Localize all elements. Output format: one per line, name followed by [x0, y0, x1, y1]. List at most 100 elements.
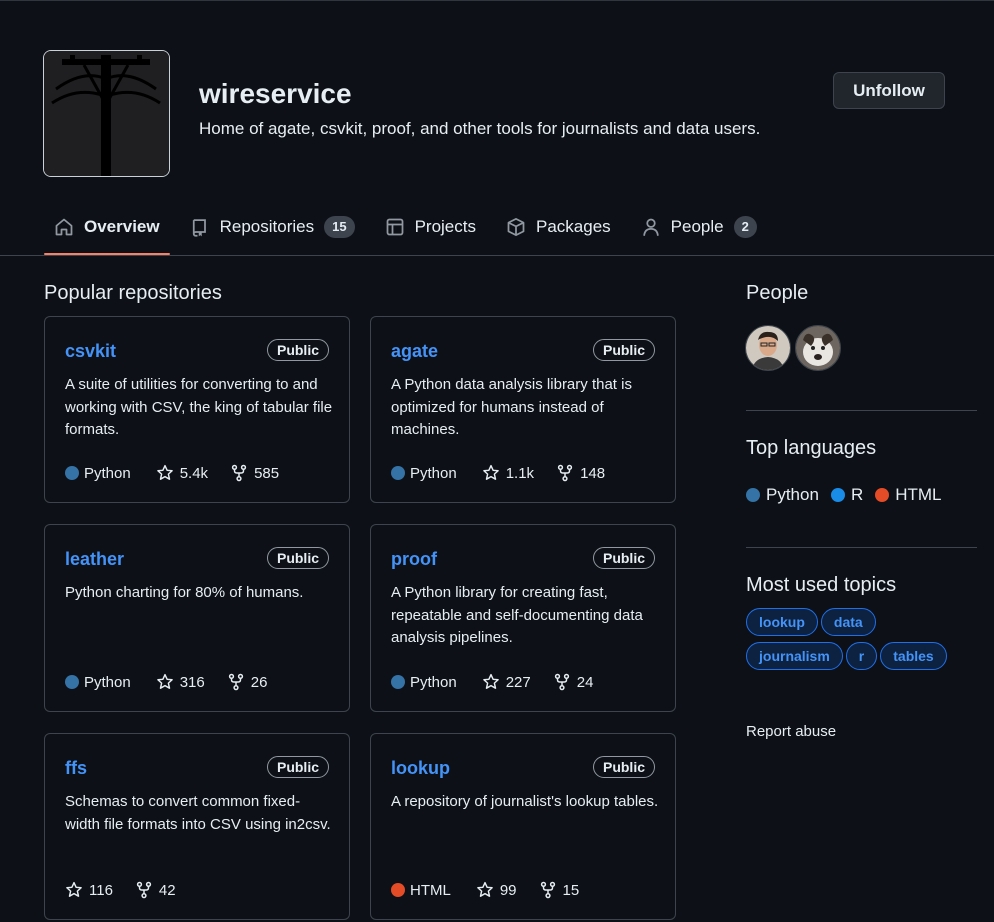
tab-label: Projects — [414, 217, 476, 236]
language-color-dot — [65, 466, 79, 480]
tab-packages[interactable]: Packages — [496, 207, 621, 247]
topic-tag[interactable]: r — [845, 642, 878, 670]
stars-link[interactable]: 227 — [482, 673, 531, 691]
repo-language: HTML — [391, 882, 451, 899]
fork-icon — [557, 464, 573, 482]
repo-card-csvkit: csvkit Public A suite of utilities for c… — [44, 316, 350, 503]
language-html: HTML — [875, 485, 942, 505]
dog-photo — [796, 326, 840, 370]
person-icon — [642, 218, 659, 236]
report-abuse-link[interactable]: Report abuse — [746, 723, 836, 740]
star-icon — [156, 464, 173, 480]
star-count: 227 — [505, 673, 531, 691]
language-name: HTML — [410, 881, 451, 899]
language-name: HTML — [895, 485, 942, 504]
repo-description: A Python data analysis library that is o… — [391, 376, 632, 438]
repo-description: A suite of utilities for converting to a… — [65, 376, 333, 438]
forks-link[interactable]: 148 — [556, 464, 605, 482]
repo-language: Python — [65, 674, 131, 691]
topic-tag[interactable]: lookup — [746, 608, 818, 636]
topics-list: lookup data journalism r tables — [746, 608, 976, 676]
repo-meta: Python 5.4k 585 — [65, 464, 301, 482]
topics-heading: Most used topics — [746, 574, 897, 596]
language-name: R — [850, 485, 864, 504]
fork-count: 15 — [562, 881, 580, 899]
fork-count: 26 — [250, 673, 268, 691]
repo-description: Python charting for 80% of humans. — [65, 584, 304, 601]
star-count: 1.1k — [505, 464, 535, 482]
forks-link[interactable]: 42 — [135, 881, 176, 899]
repo-meta: Python 227 24 — [391, 673, 615, 691]
language-python: Python — [746, 485, 819, 505]
topic-tag[interactable]: tables — [880, 642, 947, 670]
topic-tag[interactable]: data — [820, 608, 876, 636]
language-color-dot — [65, 675, 79, 689]
visibility-badge: Public — [266, 339, 329, 361]
unfollow-button[interactable]: Unfollow — [833, 72, 945, 109]
fork-icon — [231, 464, 247, 482]
repo-description: Schemas to convert common fixed-width fi… — [65, 793, 331, 833]
people-heading: People — [746, 282, 809, 304]
member-avatar[interactable] — [795, 325, 841, 371]
tab-projects[interactable]: Projects — [375, 207, 486, 247]
stars-link[interactable]: 1.1k — [482, 464, 534, 482]
visibility-badge: Public — [592, 756, 655, 778]
visibility-badge: Public — [266, 756, 329, 778]
star-count: 116 — [89, 881, 113, 899]
language-color-dot — [391, 675, 405, 689]
repo-language: Python — [391, 674, 457, 691]
language-color-dot — [391, 466, 405, 480]
people-count: 2 — [733, 216, 757, 238]
repo-link[interactable]: agate — [391, 341, 438, 362]
forks-link[interactable]: 24 — [553, 673, 593, 691]
fork-icon — [554, 673, 569, 691]
stars-link[interactable]: 99 — [476, 881, 517, 899]
forks-link[interactable]: 26 — [227, 673, 268, 691]
repo-link[interactable]: leather — [65, 549, 124, 570]
tab-people[interactable]: People 2 — [631, 207, 767, 247]
table-icon — [386, 218, 403, 236]
repo-card-agate: agate Public A Python data analysis libr… — [370, 316, 676, 503]
fork-count: 42 — [158, 881, 176, 899]
member-avatar[interactable] — [745, 325, 791, 371]
top-languages-heading: Top languages — [746, 437, 877, 459]
tab-label: Overview — [84, 217, 160, 236]
repo-link[interactable]: lookup — [391, 758, 450, 779]
fork-count: 585 — [254, 464, 280, 482]
stars-link[interactable]: 316 — [156, 673, 205, 691]
repo-language: Python — [391, 465, 457, 482]
repo-meta: HTML 99 15 — [391, 881, 601, 899]
repo-link[interactable]: ffs — [65, 758, 87, 779]
repo-card-leather: leather Public Python charting for 80% o… — [44, 524, 350, 712]
person-photo — [746, 326, 790, 370]
repo-meta: Python 1.1k 148 — [391, 464, 627, 482]
forks-link[interactable]: 15 — [539, 881, 580, 899]
tab-overview[interactable]: Overview — [44, 207, 170, 255]
language-color-dot — [875, 488, 890, 502]
fork-icon — [540, 881, 555, 899]
fork-icon — [228, 673, 243, 691]
popular-repositories-heading: Popular repositories — [44, 282, 222, 304]
tabs-divider — [0, 255, 994, 256]
star-icon — [482, 464, 499, 480]
fork-icon — [136, 881, 152, 899]
visibility-badge: Public — [266, 547, 329, 569]
sidebar-divider — [746, 410, 977, 411]
sidebar-divider — [746, 547, 977, 548]
tab-label: Repositories — [219, 217, 315, 236]
repo-link[interactable]: csvkit — [65, 341, 116, 362]
org-description: Home of agate, csvkit, proof, and other … — [199, 119, 761, 138]
forks-link[interactable]: 585 — [230, 464, 279, 482]
stars-link[interactable]: 116 — [65, 881, 113, 899]
topic-tag[interactable]: journalism — [746, 642, 843, 670]
tab-label: People — [670, 217, 724, 236]
repositories-count: 15 — [324, 216, 355, 238]
repo-link[interactable]: proof — [391, 549, 437, 570]
tab-repositories[interactable]: Repositories 15 — [180, 207, 365, 247]
top-languages-list: Python R HTML — [746, 485, 954, 505]
stars-link[interactable]: 5.4k — [156, 464, 208, 482]
repo-meta: Python 316 26 — [65, 673, 289, 691]
star-icon — [156, 673, 173, 689]
star-count: 316 — [179, 673, 205, 691]
visibility-badge: Public — [592, 547, 655, 569]
